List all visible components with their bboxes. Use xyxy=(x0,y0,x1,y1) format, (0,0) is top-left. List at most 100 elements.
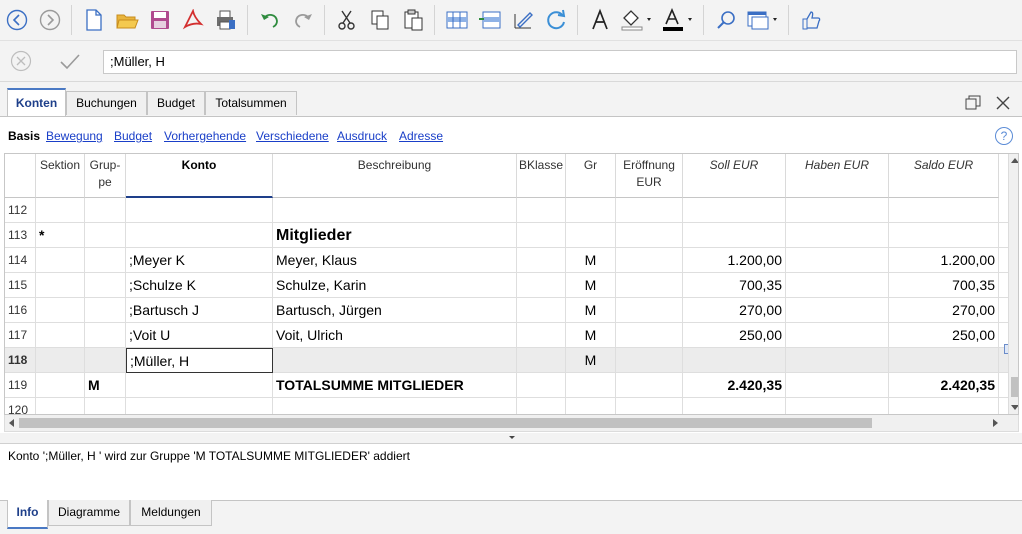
cell-haben[interactable] xyxy=(786,398,889,414)
view-basis[interactable]: Basis xyxy=(8,129,40,143)
pdf-icon[interactable] xyxy=(177,4,209,36)
cell-sektion[interactable] xyxy=(36,398,85,414)
cell-haben[interactable] xyxy=(786,198,889,223)
column-header-sektion[interactable]: Sektion xyxy=(36,154,85,198)
back-icon[interactable] xyxy=(1,4,33,36)
cell-beschreibung[interactable]: TOTALSUMME MITGLIEDER xyxy=(273,373,517,398)
scroll-right-arrow-icon[interactable] xyxy=(993,419,998,427)
table-row[interactable]: 119 M TOTALSUMME MITGLIEDER 2.420,35 2.420,3… xyxy=(5,373,1018,398)
cell-soll[interactable]: 270,00 xyxy=(683,298,786,323)
recalculate-icon[interactable] xyxy=(540,4,572,36)
cell-gruppe[interactable] xyxy=(85,398,126,414)
cell-sektion[interactable] xyxy=(36,248,85,273)
scroll-up-arrow-icon[interactable] xyxy=(1011,158,1018,163)
cell-sektion[interactable] xyxy=(36,348,85,373)
tab-budget[interactable]: Budget xyxy=(147,91,205,115)
cell-eroeffnung[interactable] xyxy=(616,323,683,348)
cell-eroeffnung[interactable] xyxy=(616,373,683,398)
cell-sektion[interactable]: * xyxy=(36,223,85,248)
close-icon[interactable] xyxy=(995,95,1011,111)
table-row[interactable]: 118 ;Müller, H M xyxy=(5,344,1018,373)
redo-icon[interactable] xyxy=(287,4,319,36)
cell-beschreibung[interactable]: Mitglieder xyxy=(273,223,517,248)
table-row[interactable]: 116 ;Bartusch J Bartusch, Jürgen M 270,00 270… xyxy=(5,298,1018,323)
scroll-left-arrow-icon[interactable] xyxy=(9,419,14,427)
cell-konto[interactable]: ;Meyer K xyxy=(126,248,273,273)
cell-gruppe[interactable] xyxy=(85,348,126,373)
cell-gr[interactable]: M xyxy=(566,348,616,373)
splitter-arrow-icon[interactable] xyxy=(509,436,515,439)
cell-eroeffnung[interactable] xyxy=(616,248,683,273)
paste-icon[interactable] xyxy=(397,4,429,36)
cell-konto[interactable]: ;Voit U xyxy=(126,323,273,348)
tab-konten[interactable]: Konten xyxy=(7,88,66,116)
cell-beschreibung[interactable] xyxy=(273,398,517,414)
vertical-scrollbar[interactable] xyxy=(1008,154,1018,414)
cell-haben[interactable] xyxy=(786,373,889,398)
undo-icon[interactable] xyxy=(254,4,286,36)
cell-bklasse[interactable] xyxy=(517,248,566,273)
cell-eroeffnung[interactable] xyxy=(616,273,683,298)
cell-gr[interactable] xyxy=(566,398,616,414)
cell-bklasse[interactable] xyxy=(517,198,566,223)
splitter[interactable] xyxy=(0,433,1022,443)
cell-soll[interactable]: 2.420,35 xyxy=(683,373,786,398)
cell-saldo[interactable]: 270,00 xyxy=(889,298,999,323)
table-row[interactable]: 114 ;Meyer K Meyer, Klaus M 1.200,00 1.200,00 xyxy=(5,248,1018,273)
horizontal-scroll-thumb[interactable] xyxy=(19,418,872,428)
cell-soll[interactable] xyxy=(683,198,786,223)
horizontal-scrollbar[interactable] xyxy=(4,415,1019,432)
cell-haben[interactable] xyxy=(786,323,889,348)
new-file-icon[interactable] xyxy=(78,4,110,36)
cell-haben[interactable] xyxy=(786,348,889,373)
forward-icon[interactable] xyxy=(34,4,66,36)
window-icon[interactable] xyxy=(743,4,783,36)
cell-bklasse[interactable] xyxy=(517,348,566,373)
cell-bklasse[interactable] xyxy=(517,273,566,298)
cell-beschreibung[interactable]: Schulze, Karin xyxy=(273,273,517,298)
cell-eroeffnung[interactable] xyxy=(616,198,683,223)
vertical-scroll-thumb[interactable] xyxy=(1011,377,1018,397)
search-icon[interactable] xyxy=(710,4,742,36)
cell-sektion[interactable] xyxy=(36,273,85,298)
cell-konto[interactable]: ;Bartusch J xyxy=(126,298,273,323)
cell-eroeffnung[interactable] xyxy=(616,298,683,323)
cell-gr[interactable]: M xyxy=(566,323,616,348)
cell-sektion[interactable] xyxy=(36,298,85,323)
cell-gruppe[interactable] xyxy=(85,223,126,248)
cell-beschreibung[interactable]: Bartusch, Jürgen xyxy=(273,298,517,323)
view-verschiedene[interactable]: Verschiedene xyxy=(256,129,329,143)
open-folder-icon[interactable] xyxy=(111,4,143,36)
cell-konto[interactable] xyxy=(126,198,273,223)
view-bewegung[interactable]: Bewegung xyxy=(46,129,103,143)
view-ausdruck[interactable]: Ausdruck xyxy=(337,129,387,143)
cell-bklasse[interactable] xyxy=(517,373,566,398)
cell-gruppe[interactable] xyxy=(85,248,126,273)
cell-gruppe[interactable] xyxy=(85,198,126,223)
cell-soll[interactable]: 700,35 xyxy=(683,273,786,298)
cell-edit-input[interactable]: ;Müller, H xyxy=(103,50,1017,74)
cell-saldo[interactable]: 250,00 xyxy=(889,323,999,348)
tab-buchungen[interactable]: Buchungen xyxy=(66,91,147,115)
cell-haben[interactable] xyxy=(786,223,889,248)
edit-cell-icon[interactable] xyxy=(507,4,539,36)
cell-soll[interactable]: 1.200,00 xyxy=(683,248,786,273)
restore-window-icon[interactable] xyxy=(965,95,981,111)
view-adresse[interactable]: Adresse xyxy=(399,129,443,143)
cell-eroeffnung[interactable] xyxy=(616,398,683,414)
insert-row-icon[interactable] xyxy=(441,4,473,36)
cell-haben[interactable] xyxy=(786,273,889,298)
cell-saldo[interactable] xyxy=(889,398,999,414)
cell-saldo[interactable]: 2.420,35 xyxy=(889,373,999,398)
tab-totalsummen[interactable]: Totalsummen xyxy=(205,91,297,115)
text-color-icon[interactable] xyxy=(658,4,698,36)
table-row[interactable]: 115 ;Schulze K Schulze, Karin M 700,35 700,35 xyxy=(5,273,1018,298)
tab-diagramme[interactable]: Diagramme xyxy=(48,500,130,526)
cell-gr[interactable]: M xyxy=(566,298,616,323)
cell-konto[interactable]: ;Müller, H xyxy=(126,348,273,373)
column-header-konto[interactable]: Konto xyxy=(126,154,273,198)
column-header-saldo[interactable]: Saldo EUR xyxy=(889,154,999,198)
print-icon[interactable] xyxy=(210,4,242,36)
copy-icon[interactable] xyxy=(364,4,396,36)
cell-gruppe[interactable] xyxy=(85,323,126,348)
